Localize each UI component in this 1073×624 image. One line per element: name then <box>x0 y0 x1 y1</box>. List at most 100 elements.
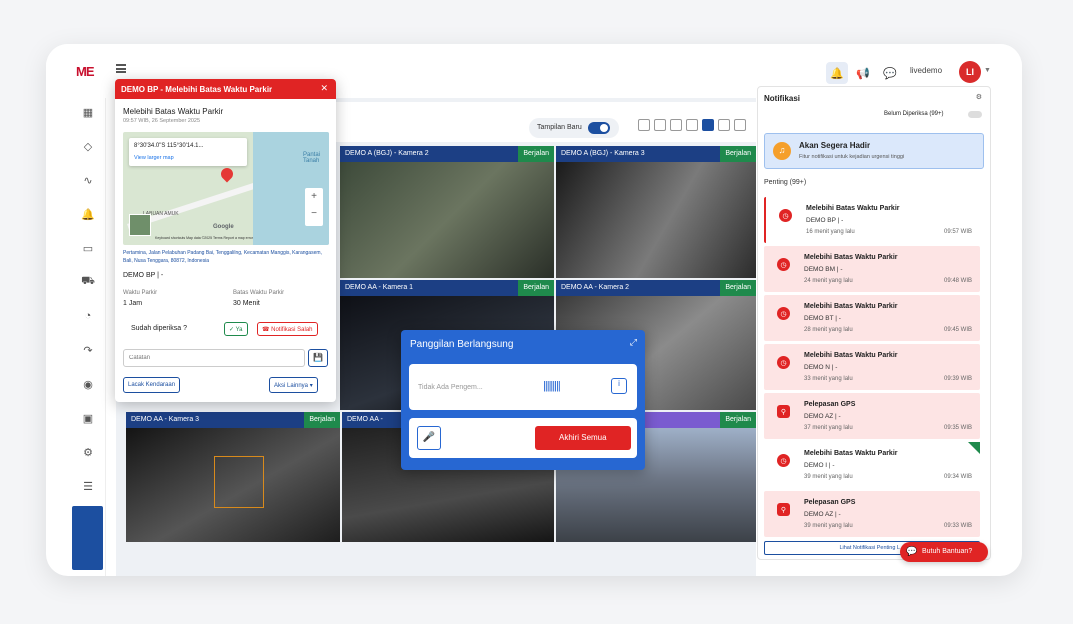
call-controls: 🎤 Akhiri Semua <box>409 418 637 458</box>
status-badge: Berjalan <box>518 280 554 296</box>
unchecked-filter-toggle[interactable] <box>968 111 982 118</box>
video-icon[interactable]: ◉ <box>80 376 96 392</box>
coming-soon-subtitle: Fitur notifikasi untuk kejadian urgensi … <box>799 154 905 160</box>
map[interactable]: 8°30'34.0"S 115°30'14.1... View larger m… <box>123 132 329 245</box>
notification-item-vehicle: DEMO I | - <box>804 462 835 469</box>
alert-address: Pertamina, Jalan Pelabuhan Padang Bai, T… <box>123 250 322 264</box>
notification-item-title: Pelepasan GPS <box>804 401 856 408</box>
track-vehicle-button[interactable]: Lacak Kendaraan <box>123 377 181 393</box>
layout-2-button[interactable] <box>654 119 666 131</box>
close-icon[interactable]: ✕ <box>320 83 328 94</box>
notification-item-vehicle: DEMO BT | - <box>804 315 841 322</box>
bell-icon[interactable]: 🔔 <box>80 206 96 222</box>
vehicle-icon[interactable]: ▣ <box>80 410 96 426</box>
notes-input[interactable] <box>123 349 305 367</box>
map-coords: 8°30'34.0"S 115°30'14.1... <box>134 143 204 149</box>
false-alarm-button[interactable]: ☎ Notifikasi Salah <box>257 322 318 336</box>
unchecked-filter-label: Belum Diperiksa (99+) <box>884 111 944 117</box>
notification-item-title: Melebihi Batas Waktu Parkir <box>804 254 898 261</box>
settings-icon[interactable]: ⚙ <box>976 93 982 101</box>
layout-4-button[interactable] <box>686 119 698 131</box>
camera-tile[interactable]: DEMO AA - Kamera 3 Berjalan <box>126 412 340 542</box>
map-larger-link[interactable]: View larger map <box>134 155 174 161</box>
notification-item-vehicle: DEMO BP | - <box>806 217 844 224</box>
camera-tile[interactable]: DEMO A (BGJ) - Kamera 3 Berjalan <box>556 146 756 278</box>
diamond-icon[interactable]: ◇ <box>80 138 96 154</box>
view-toggle[interactable]: Tampilan Baru <box>529 118 619 138</box>
parking-limit-label: Batas Waktu Parkir <box>233 290 285 296</box>
camera-title: DEMO AA - Kamera 1 <box>345 284 414 291</box>
layout-5-button[interactable] <box>702 119 714 131</box>
confirm-yes-label: Ya <box>235 327 243 333</box>
view-important-label: Lihat Notifikasi Penting L... <box>839 545 905 551</box>
chevron-down-icon[interactable]: ▼ <box>984 67 991 74</box>
notification-item-title: Melebihi Batas Waktu Parkir <box>804 303 898 310</box>
confirm-yes-button[interactable]: ✓ Ya <box>224 322 248 336</box>
gps-release-icon: ⚲ <box>777 503 790 516</box>
false-alarm-label: Notifikasi Salah <box>271 327 313 333</box>
help-button-label: Butuh Bantuan? <box>922 548 973 555</box>
chat-icon[interactable]: 💬 <box>879 62 901 84</box>
notification-item-time: 09:45 WIB <box>943 327 972 333</box>
alert-popup-header: DEMO BP - Melebihi Batas Waktu Parkir <box>115 79 336 99</box>
notification-item[interactable]: ◷ Melebihi Batas Waktu Parkir DEMO BM | … <box>764 246 980 292</box>
toggle-switch[interactable] <box>588 122 610 134</box>
parking-time-label: Waktu Parkir <box>123 290 158 296</box>
help-button[interactable]: 💬 Butuh Bantuan? <box>900 542 988 562</box>
layout-1-button[interactable] <box>638 119 650 131</box>
notification-item[interactable]: ◷ Melebihi Batas Waktu Parkir DEMO N | -… <box>764 344 980 390</box>
end-all-button[interactable]: Akhiri Semua <box>535 426 631 450</box>
call-empty-text: Tidak Ada Pengem... <box>418 384 483 391</box>
more-actions-button[interactable]: Aksi Lainnya ▾ <box>269 377 318 393</box>
clock-alert-icon: ◷ <box>777 356 790 369</box>
end-all-label: Akhiri Semua <box>559 433 607 442</box>
notification-item[interactable]: ◷ Melebihi Batas Waktu Parkir DEMO BT | … <box>764 295 980 341</box>
layers-icon[interactable]: ☰ <box>80 478 96 494</box>
book-icon[interactable]: ▭ <box>80 240 96 256</box>
megaphone-icon[interactable]: 📢 <box>852 62 874 84</box>
notification-item-ago: 33 menit yang lalu <box>804 376 853 382</box>
expand-icon[interactable]: ⤢ <box>630 337 637 348</box>
clock-alert-icon: ◷ <box>777 258 790 271</box>
bell-icon[interactable]: 🔔 <box>826 62 848 84</box>
activity-icon[interactable]: ∿ <box>80 172 96 188</box>
map-place-label: Pantai Tanah <box>303 152 321 164</box>
route-icon[interactable]: ↷ <box>80 342 96 358</box>
camera-title: DEMO AA - <box>347 416 383 423</box>
username: livedemo <box>910 66 943 75</box>
call-panel: Panggilan Berlangsung ⤢ Tidak Ada Pengem… <box>401 330 645 470</box>
avatar[interactable]: LI <box>959 61 981 83</box>
info-icon[interactable]: i <box>611 378 627 394</box>
notification-item-ago: 28 menit yang lalu <box>804 327 853 333</box>
save-icon[interactable]: 💾 <box>308 349 328 367</box>
notification-item-title: Melebihi Batas Waktu Parkir <box>804 450 898 457</box>
notification-item[interactable]: ⚲ Pelepasan GPS DEMO AZ | - 39 menit yan… <box>764 491 980 537</box>
gauge-icon[interactable]: ◔ <box>80 308 96 324</box>
important-section-label: Penting (99+) <box>764 179 807 186</box>
menu-icon[interactable] <box>116 64 126 73</box>
camera-title: DEMO AA - Kamera 2 <box>561 284 630 291</box>
network-icon[interactable]: ⚙ <box>80 444 96 460</box>
dashboard-icon[interactable]: ▦ <box>80 104 96 120</box>
notification-item[interactable]: ⚲ Pelepasan GPS DEMO AZ | - 37 menit yan… <box>764 393 980 439</box>
sidebar-promo-banner[interactable] <box>72 506 103 570</box>
truck-icon[interactable]: ⛟ <box>80 274 96 290</box>
notification-feature-icon: ♫ <box>773 142 791 160</box>
layout-6-button[interactable] <box>718 119 730 131</box>
notification-item[interactable]: ◷ Melebihi Batas Waktu Parkir DEMO BP | … <box>764 197 980 243</box>
checked-question: Sudah diperiksa ? <box>131 325 188 332</box>
microphone-icon[interactable]: 🎤 <box>417 426 441 450</box>
zoom-controls[interactable]: + − <box>305 188 323 226</box>
parking-time-value: 1 Jam <box>123 300 143 307</box>
layout-3-button[interactable] <box>670 119 682 131</box>
map-footer: Keyboard shortcuts Map data ©2025 Terms … <box>155 236 254 240</box>
alert-vehicle: DEMO BP | - <box>123 272 164 279</box>
notification-item[interactable]: ◷ Melebihi Batas Waktu Parkir DEMO I | -… <box>764 442 980 488</box>
logo: ME <box>76 64 94 79</box>
camera-tile[interactable]: DEMO A (BGJ) - Kamera 2 Berjalan <box>340 146 554 278</box>
map-satellite-toggle[interactable] <box>129 214 151 236</box>
notification-item-ago: 16 menit yang lalu <box>806 229 855 235</box>
fullscreen-button[interactable] <box>734 119 746 131</box>
status-badge: Berjalan <box>518 146 554 162</box>
clock-alert-icon: ◷ <box>777 454 790 467</box>
